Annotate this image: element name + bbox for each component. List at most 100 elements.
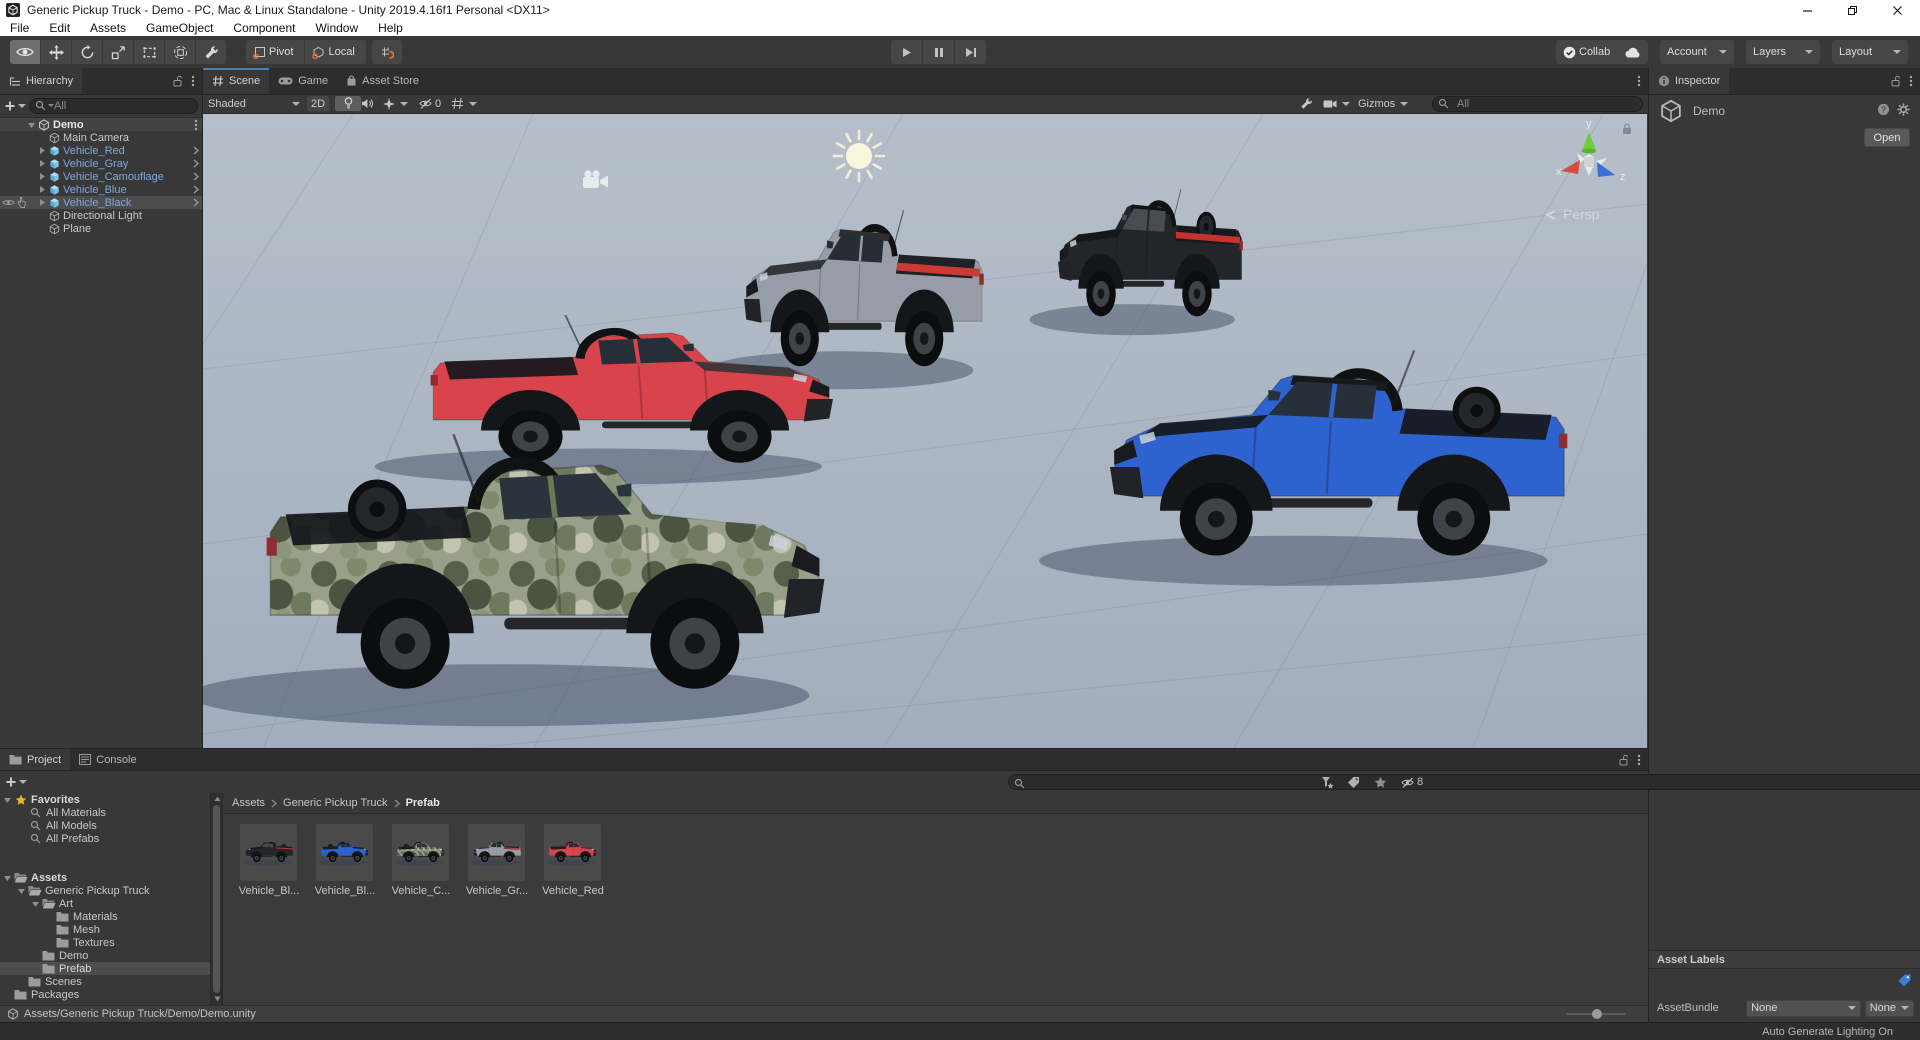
menu-gameobject[interactable]: GameObject bbox=[136, 20, 223, 36]
tab-game[interactable]: Game bbox=[269, 68, 337, 94]
menu-window[interactable]: Window bbox=[305, 20, 368, 36]
breadcrumb-assets[interactable]: Assets bbox=[232, 797, 265, 809]
prefab-open-chevron-icon[interactable] bbox=[190, 198, 202, 207]
tab-hierarchy[interactable]: Hierarchy bbox=[0, 68, 83, 94]
expand-arrow-icon[interactable] bbox=[2, 796, 13, 804]
open-button[interactable]: Open bbox=[1864, 128, 1910, 147]
minimize-button[interactable] bbox=[1785, 0, 1830, 20]
hierarchy-item-vehicle-red[interactable]: Vehicle_Red bbox=[0, 144, 202, 157]
prefab-thumbnail-blue-truck[interactable] bbox=[316, 824, 373, 881]
hierarchy-item-directional-light[interactable]: Directional Light bbox=[0, 209, 202, 222]
asset-labels-header[interactable]: Asset Labels bbox=[1649, 950, 1920, 969]
project-folder-demo[interactable]: Demo bbox=[0, 949, 210, 962]
hierarchy-search-input[interactable] bbox=[29, 98, 198, 114]
rect-tool-button[interactable] bbox=[134, 40, 164, 64]
favorites-item-all-models[interactable]: All Models bbox=[0, 819, 210, 832]
help-icon[interactable]: ? bbox=[1877, 103, 1890, 116]
tab-inspector[interactable]: Inspector bbox=[1649, 68, 1730, 94]
kebab-menu-icon[interactable] bbox=[1909, 75, 1913, 87]
favorites-item-all-materials[interactable]: All Materials bbox=[0, 806, 210, 819]
grid-snap-button[interactable] bbox=[372, 40, 402, 64]
menu-help[interactable]: Help bbox=[368, 20, 413, 36]
project-tree-scrollbar[interactable] bbox=[210, 793, 223, 1005]
kebab-menu-icon[interactable] bbox=[1637, 75, 1641, 87]
visibility-eye-icon[interactable] bbox=[2, 198, 15, 207]
hierarchy-item-vehicle-blue[interactable]: Vehicle_Blue bbox=[0, 183, 202, 196]
restore-button[interactable] bbox=[1830, 0, 1875, 20]
custom-tool-button[interactable] bbox=[196, 40, 226, 64]
scene-tools-wrench-icon[interactable] bbox=[1300, 96, 1313, 111]
tab-project[interactable]: Project bbox=[0, 749, 71, 770]
project-folder-materials[interactable]: Materials bbox=[0, 910, 210, 923]
project-folder-generic-pickup-truck[interactable]: Generic Pickup Truck bbox=[0, 884, 210, 897]
layers-dropdown[interactable]: Layers bbox=[1746, 40, 1820, 64]
kebab-menu-icon[interactable] bbox=[191, 75, 195, 87]
prefab-open-chevron-icon[interactable] bbox=[190, 185, 202, 194]
hierarchy-scene-row[interactable]: Demo bbox=[0, 118, 202, 131]
expand-arrow-icon[interactable] bbox=[36, 198, 47, 207]
expand-arrow-icon[interactable] bbox=[36, 159, 47, 168]
transform-tool-button[interactable] bbox=[165, 40, 195, 64]
expand-arrow-icon[interactable] bbox=[26, 121, 37, 129]
breadcrumb-prefab[interactable]: Prefab bbox=[406, 797, 440, 809]
hierarchy-item-vehicle-gray[interactable]: Vehicle_Gray bbox=[0, 157, 202, 170]
prefab-thumbnail-gray-truck[interactable] bbox=[468, 824, 525, 881]
kebab-menu-icon[interactable] bbox=[1637, 754, 1641, 766]
slider-knob[interactable] bbox=[1592, 1009, 1602, 1019]
prefab-open-chevron-icon[interactable] bbox=[190, 146, 202, 155]
expand-arrow-icon[interactable] bbox=[36, 172, 47, 181]
project-search-input[interactable] bbox=[1008, 774, 1920, 790]
prefab-open-chevron-icon[interactable] bbox=[190, 172, 202, 181]
close-button[interactable] bbox=[1875, 0, 1920, 20]
expand-arrow-icon[interactable] bbox=[30, 900, 41, 908]
create-add-button[interactable] bbox=[4, 100, 26, 112]
pivot-toggle[interactable]: Pivot bbox=[246, 40, 305, 64]
rotate-tool-button[interactable] bbox=[72, 40, 102, 64]
label-tag-icon[interactable] bbox=[1897, 973, 1912, 988]
truck-vehicle-red[interactable] bbox=[374, 314, 833, 485]
prefab-open-chevron-icon[interactable] bbox=[190, 159, 202, 168]
hierarchy-item-vehicle-camouflage[interactable]: Vehicle_Camouflage bbox=[0, 170, 202, 183]
gizmos-dropdown[interactable]: Gizmos bbox=[1358, 96, 1409, 111]
prefab-thumbnail-camo-truck[interactable] bbox=[392, 824, 449, 881]
2d-toggle[interactable]: 2D bbox=[307, 96, 330, 111]
scene-effects-dropdown[interactable] bbox=[383, 96, 408, 111]
label-tag-icon[interactable] bbox=[1347, 776, 1360, 789]
truck-vehicle-blue[interactable] bbox=[1039, 349, 1568, 586]
scroll-down-icon[interactable] bbox=[214, 996, 221, 1002]
hierarchy-item-plane[interactable]: Plane bbox=[0, 222, 202, 235]
project-folder-textures[interactable]: Textures bbox=[0, 936, 210, 949]
gizmo-lock-icon[interactable] bbox=[1623, 123, 1631, 134]
breadcrumb-generic-pickup-truck[interactable]: Generic Pickup Truck bbox=[283, 797, 388, 809]
pause-button[interactable] bbox=[923, 40, 954, 64]
scene-lighting-toggle[interactable] bbox=[335, 96, 361, 111]
expand-arrow-icon[interactable] bbox=[16, 887, 27, 895]
scroll-up-icon[interactable] bbox=[214, 796, 221, 802]
hierarchy-item-vehicle-black[interactable]: Vehicle_Black bbox=[0, 196, 202, 209]
hidden-objects-toggle[interactable]: 0 bbox=[418, 96, 441, 111]
thumbnail-size-slider[interactable] bbox=[1566, 1009, 1626, 1019]
menu-edit[interactable]: Edit bbox=[39, 20, 80, 36]
assetbundle-dropdown[interactable]: None bbox=[1746, 999, 1861, 1017]
expand-arrow-icon[interactable] bbox=[36, 146, 47, 155]
hierarchy-item-main-camera[interactable]: Main Camera bbox=[0, 131, 202, 144]
menu-component[interactable]: Component bbox=[223, 20, 305, 36]
step-button[interactable] bbox=[955, 40, 986, 64]
scene-audio-toggle[interactable] bbox=[361, 96, 374, 111]
gear-icon[interactable] bbox=[1897, 103, 1910, 116]
scale-tool-button[interactable] bbox=[103, 40, 133, 64]
expand-arrow-icon[interactable] bbox=[36, 185, 47, 194]
project-folder-packages[interactable]: Packages bbox=[0, 988, 210, 1001]
tab-scene[interactable]: Scene bbox=[203, 68, 270, 94]
project-folder-mesh[interactable]: Mesh bbox=[0, 923, 210, 936]
create-add-button[interactable] bbox=[5, 776, 27, 788]
asset-item-vehicle-red[interactable]: Vehicle_Red bbox=[542, 824, 604, 897]
asset-item-vehicle-bl-[interactable]: Vehicle_Bl... bbox=[239, 824, 299, 897]
lock-icon[interactable] bbox=[1619, 754, 1629, 766]
play-button[interactable] bbox=[891, 40, 922, 64]
lock-icon[interactable] bbox=[1891, 75, 1901, 87]
prefab-thumbnail-red-truck[interactable] bbox=[544, 824, 601, 881]
lock-icon[interactable] bbox=[173, 75, 183, 87]
project-favorites-row[interactable]: Favorites bbox=[0, 793, 210, 806]
perspective-mode-label[interactable]: Persp bbox=[1544, 206, 1600, 222]
